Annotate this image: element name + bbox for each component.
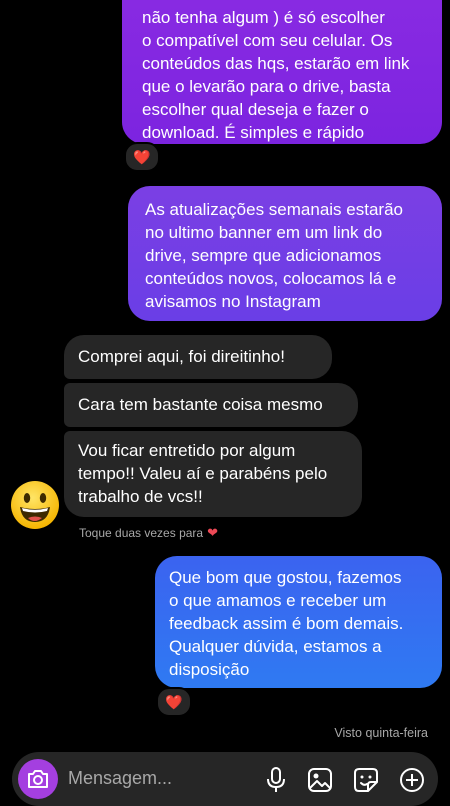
sent-message[interactable]: As atualizações semanais estarão no ulti… xyxy=(128,186,442,321)
message-text-line: As atualizações semanais estarão xyxy=(145,200,403,219)
camera-icon xyxy=(28,770,48,788)
sticker-button[interactable] xyxy=(352,766,380,794)
message-input[interactable]: Mensagem... xyxy=(68,768,172,789)
microphone-button[interactable] xyxy=(262,766,290,794)
double-tap-hint: Toque duas vezes para ❤ xyxy=(79,525,218,541)
message-text-line: Vou ficar entretido por algum xyxy=(78,441,296,460)
camera-button[interactable] xyxy=(18,759,58,799)
heart-reaction[interactable]: ❤️ xyxy=(156,687,192,717)
gallery-icon xyxy=(308,768,332,792)
plus-icon xyxy=(400,768,424,792)
message-text-line: Cara tem bastante coisa mesmo xyxy=(78,395,323,414)
message-text-line: trabalho de vcs!! xyxy=(78,487,203,506)
gallery-button[interactable] xyxy=(306,766,334,794)
heart-reaction[interactable]: ❤️ xyxy=(124,142,160,172)
received-message[interactable]: Comprei aqui, foi direitinho! xyxy=(64,335,332,379)
sticker-icon xyxy=(354,768,378,792)
received-message[interactable]: Vou ficar entretido por algum tempo!! Va… xyxy=(64,431,362,517)
message-text-line: Que bom que gostou, fazemos xyxy=(169,568,402,587)
sender-avatar[interactable] xyxy=(10,480,60,530)
message-text-line: avisamos no Instagram xyxy=(145,292,321,311)
sent-message[interactable]: não tenha algum ) é só escolher o compat… xyxy=(122,0,442,144)
message-text-line: conteúdos novos, colocamos lá e xyxy=(145,269,397,288)
message-text-line: que o levarão para o drive, basta xyxy=(142,77,391,96)
more-options-button[interactable] xyxy=(398,766,426,794)
hint-text: Toque duas vezes para xyxy=(79,526,204,540)
message-text-line: tempo!! Valeu aí e parabéns pelo xyxy=(78,464,328,483)
heart-icon: ❤️ xyxy=(133,148,151,165)
message-text-line: Qualquer dúvida, estamos a xyxy=(169,637,382,656)
sent-message[interactable]: Que bom que gostou, fazemos o que amamos… xyxy=(155,556,442,688)
microphone-icon xyxy=(267,767,285,792)
message-text-line: feedback assim é bom demais. xyxy=(169,614,404,633)
message-text-line: conteúdos das hqs, estarão em link xyxy=(142,54,410,73)
message-text-line: o que amamos e receber um xyxy=(169,591,387,610)
message-text-line: no ultimo banner em um link do xyxy=(145,223,383,242)
heart-icon: ❤ xyxy=(207,525,218,540)
message-text-line: drive, sempre que adicionamos xyxy=(145,246,382,265)
grinning-emoji-icon xyxy=(11,481,59,529)
heart-icon: ❤️ xyxy=(165,693,183,710)
message-text-line: disposição xyxy=(169,660,250,679)
message-text-line: não tenha algum ) é só escolher xyxy=(142,8,385,27)
message-text-line: Comprei aqui, foi direitinho! xyxy=(78,347,285,366)
message-composer: Mensagem... xyxy=(12,752,438,806)
message-text-line: download. É simples e rápido xyxy=(142,123,365,142)
received-message[interactable]: Cara tem bastante coisa mesmo xyxy=(64,383,358,427)
seen-status: Visto quinta-feira xyxy=(334,726,428,740)
message-text-line: escolher qual deseja e fazer o xyxy=(142,100,369,119)
message-text-line: o compatível com seu celular. Os xyxy=(142,31,393,50)
